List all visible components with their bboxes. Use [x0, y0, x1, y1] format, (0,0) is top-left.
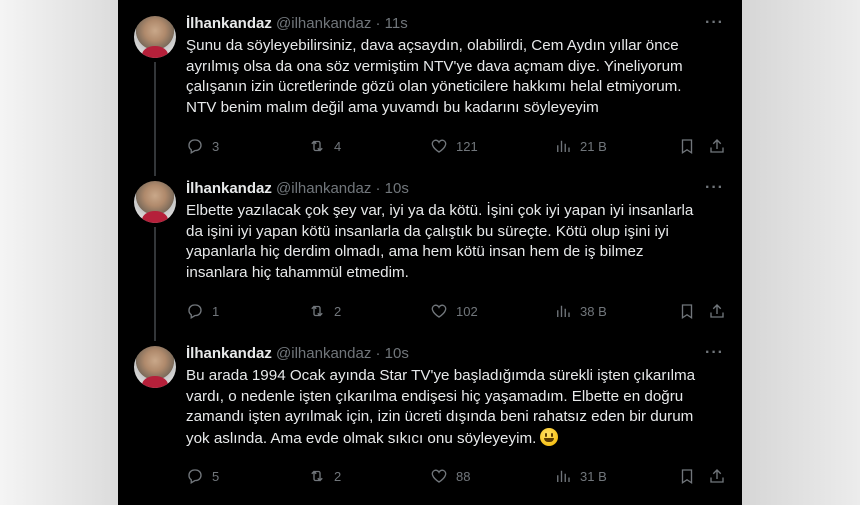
- repost-button[interactable]: 2: [308, 300, 341, 322]
- separator-dot: ·: [375, 180, 381, 197]
- tweet-actions: 1 2 102 38 B: [186, 300, 726, 322]
- reply-button[interactable]: 3: [186, 135, 219, 157]
- timestamp[interactable]: 10s: [385, 345, 409, 362]
- views-icon: [557, 140, 570, 152]
- author-name[interactable]: İlhankandaz: [186, 345, 272, 362]
- bookmark-button[interactable]: [678, 465, 696, 487]
- share-icon: [710, 304, 724, 318]
- author-name[interactable]: İlhankandaz: [186, 180, 272, 197]
- grinning-face-emoji-icon: [540, 427, 559, 446]
- tweet-text-line: vardı, o nedenle işten çıkarılma endişes…: [186, 387, 684, 405]
- repost-icon: [311, 140, 323, 152]
- tweet-text-line: yok aslında. Ama evde olmak sıkıcı onu s…: [186, 427, 726, 450]
- like-button[interactable]: 88: [430, 465, 470, 487]
- separator-dot: ·: [375, 345, 381, 362]
- views-button[interactable]: 38 B: [554, 300, 607, 322]
- bookmark-icon: [681, 304, 693, 320]
- tweet-text-line: çalışanın izin ücretlerinde gözü olan yö…: [186, 78, 682, 95]
- avatar[interactable]: [134, 181, 176, 223]
- repost-icon: [311, 305, 323, 317]
- tweet[interactable]: İlhankandaz @ilhankandaz · 11s ··· Şunu …: [118, 0, 742, 176]
- like-icon: [431, 304, 447, 318]
- like-button[interactable]: 121: [430, 135, 478, 157]
- tweet-text: Elbette yazılacak çok şey var, iyi ya da…: [186, 201, 726, 283]
- author-name[interactable]: İlhankandaz: [186, 15, 272, 32]
- like-button[interactable]: 102: [430, 300, 478, 322]
- views-count: 31 B: [580, 468, 607, 484]
- tweet-header: İlhankandaz @ilhankandaz · 11s: [186, 14, 408, 34]
- tweet-header: İlhankandaz @ilhankandaz · 10s: [186, 344, 409, 364]
- bookmark-button[interactable]: [678, 135, 696, 157]
- views-count: 21 B: [580, 138, 607, 154]
- left-background: [0, 0, 118, 505]
- repost-icon: [311, 470, 323, 482]
- tweet-text-line: Elbette yazılacak çok şey var, iyi ya da…: [186, 202, 694, 219]
- reply-count: 5: [212, 468, 220, 484]
- repost-count: 4: [334, 138, 342, 154]
- timestamp[interactable]: 11s: [385, 15, 408, 32]
- reply-icon: [188, 139, 202, 154]
- author-handle[interactable]: @ilhankandaz: [276, 180, 371, 197]
- tweet-text-line: yapanlarla hiç derdim olmadı, ama hem kö…: [186, 243, 644, 260]
- share-button[interactable]: [708, 300, 726, 322]
- author-handle[interactable]: @ilhankandaz: [276, 345, 371, 362]
- right-background: [742, 0, 860, 505]
- like-count: 88: [456, 468, 471, 484]
- thread-connector: [154, 62, 156, 176]
- more-options-icon[interactable]: ···: [705, 344, 724, 362]
- thread-connector: [154, 227, 156, 341]
- more-options-icon[interactable]: ···: [705, 14, 724, 32]
- views-button[interactable]: 31 B: [554, 465, 607, 487]
- share-button[interactable]: [708, 135, 726, 157]
- views-count: 38 B: [580, 303, 607, 319]
- thread-timeline: İlhankandaz @ilhankandaz · 11s ··· Şunu …: [118, 0, 742, 505]
- timestamp[interactable]: 10s: [385, 180, 409, 197]
- tweet-text-line: NTV benim malım değil ama yuvamdı bu kad…: [186, 98, 599, 116]
- views-icon: [557, 305, 570, 317]
- tweet-header: İlhankandaz @ilhankandaz · 10s: [186, 179, 409, 199]
- avatar[interactable]: [134, 16, 176, 58]
- tweet-text-line: da işini iyi yapan kötü insanlarla da ça…: [186, 222, 669, 240]
- views-icon: [557, 470, 570, 482]
- share-button[interactable]: [708, 465, 726, 487]
- reply-button[interactable]: 1: [186, 300, 219, 322]
- like-count: 121: [456, 138, 478, 154]
- tweet-text-line: ayrılmış olsa da ona söz vermiştim NTV'y…: [186, 57, 683, 75]
- tweet-actions: 5 2 88 31 B: [186, 465, 726, 487]
- separator-dot: ·: [375, 15, 381, 32]
- bookmark-icon: [681, 469, 693, 485]
- tweet[interactable]: İlhankandaz @ilhankandaz · 10s ··· Bu ar…: [118, 330, 742, 505]
- reply-count: 3: [212, 138, 220, 154]
- repost-button[interactable]: 2: [308, 465, 341, 487]
- repost-count: 2: [334, 303, 342, 319]
- reply-icon: [188, 304, 202, 319]
- repost-button[interactable]: 4: [308, 135, 341, 157]
- tweet-text: Şunu da söyleyebilirsiniz, dava açsaydın…: [186, 36, 726, 118]
- tweet-text-line: Şunu da söyleyebilirsiniz, dava açsaydın…: [186, 37, 679, 54]
- share-icon: [710, 139, 724, 153]
- like-count: 102: [456, 303, 478, 319]
- tweet[interactable]: İlhankandaz @ilhankandaz · 10s ··· Elbet…: [118, 165, 742, 341]
- like-icon: [431, 139, 447, 153]
- repost-count: 2: [334, 468, 342, 484]
- reply-count: 1: [212, 303, 220, 319]
- tweet-text-line: Bu arada 1994 Ocak ayında Star TV'ye baş…: [186, 367, 696, 384]
- tweet-text-line-content: yok aslında. Ama evde olmak sıkıcı onu s…: [186, 429, 537, 447]
- tweet-actions: 3 4 121 21 B: [186, 135, 726, 157]
- more-options-icon[interactable]: ···: [705, 179, 724, 197]
- reply-button[interactable]: 5: [186, 465, 219, 487]
- views-button[interactable]: 21 B: [554, 135, 607, 157]
- bookmark-button[interactable]: [678, 300, 696, 322]
- avatar[interactable]: [134, 346, 176, 388]
- tweet-text-line: insanlara hiç tahammül etmedim.: [186, 263, 409, 281]
- author-handle[interactable]: @ilhankandaz: [276, 15, 371, 32]
- share-icon: [710, 469, 724, 483]
- like-icon: [431, 469, 447, 483]
- tweet-text: Bu arada 1994 Ocak ayında Star TV'ye baş…: [186, 366, 726, 449]
- tweet-text-line: zamandı işten ayrılmak için, izin ücreti…: [186, 408, 694, 425]
- bookmark-icon: [681, 139, 693, 155]
- reply-icon: [188, 469, 202, 484]
